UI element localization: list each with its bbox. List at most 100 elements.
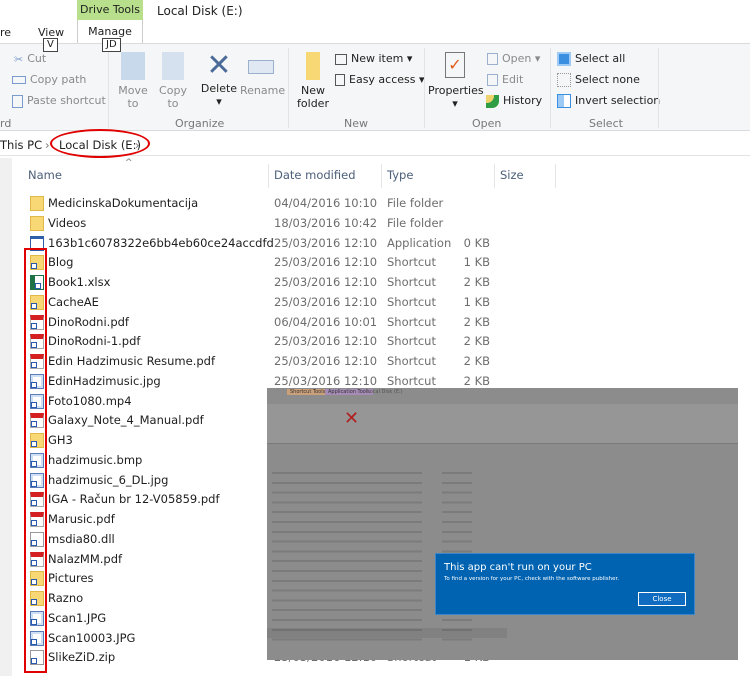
rename-button[interactable]: Rename (240, 52, 285, 97)
file-row[interactable]: MedicinskaDokumentacija 04/04/2016 10:10 F… (0, 193, 750, 213)
breadcrumb-separator[interactable]: › (45, 134, 50, 156)
history-button[interactable]: History (486, 94, 542, 108)
keytip-view: V (43, 38, 58, 52)
rename-icon (248, 60, 274, 74)
copy-path-button[interactable]: Copy path (12, 73, 86, 86)
inset-title: Local Disk (E:) (367, 389, 403, 395)
file-type: File folder (387, 196, 444, 210)
inset-delete-icon: ✕ (344, 408, 360, 429)
invert-selection-icon (557, 94, 571, 108)
file-name: GH3 (48, 433, 73, 447)
file-row[interactable]: Book1.xlsx 25/03/2016 12:10 Shortcut 2 KB (0, 272, 750, 292)
tab-share[interactable]: re (0, 26, 11, 39)
select-none-button[interactable]: Select none (557, 73, 640, 87)
file-type: File folder (387, 215, 444, 230)
column-header-date[interactable]: Date modified (274, 168, 356, 182)
paste-shortcut-icon (12, 94, 23, 108)
copy-icon (162, 52, 184, 80)
file-row[interactable]: 163b1c6078322e6bb4eb60ce24accdfd 25/03/20… (0, 233, 750, 253)
file-name: DinoRodni.pdf (48, 314, 129, 329)
column-header-size[interactable]: Size (500, 168, 524, 182)
file-type: Shortcut (387, 255, 436, 270)
window-title: Local Disk (E:) (157, 4, 243, 18)
new-item-button[interactable]: New item ▾ (335, 52, 412, 65)
open-icon (487, 53, 498, 65)
file-size: 1 KB (463, 255, 490, 270)
select-all-button[interactable]: Select all (557, 52, 625, 66)
file-name: Marusic.pdf (48, 512, 115, 526)
properties-button[interactable]: ✓ Properties ▾ (428, 52, 484, 110)
move-to-button[interactable]: Move to (116, 52, 150, 110)
paste-shortcut-button[interactable]: Paste shortcut (12, 94, 106, 108)
file-name: Edin Hadzimusic Resume.pdf (48, 354, 215, 368)
file-date: 25/03/2016 12:10 (274, 255, 378, 270)
file-name: DinoRodni-1.pdf (48, 334, 141, 349)
copy-to-button[interactable]: Copy to (156, 52, 190, 110)
file-type: Shortcut (387, 334, 436, 349)
delete-x-icon: ✕ (206, 48, 232, 83)
file-date: 25/03/2016 12:10 (274, 354, 378, 368)
cut-button[interactable]: ✂ Cut (14, 52, 46, 66)
file-name: Blog (48, 255, 74, 270)
folder-icon (30, 196, 44, 211)
dialog-close-button[interactable]: Close (638, 592, 686, 606)
column-header-type[interactable]: Type (387, 168, 413, 182)
dialog-title: This app can't run on your PC (444, 562, 592, 573)
file-name: msdia80.dll (48, 531, 115, 546)
file-name: Pictures (48, 571, 94, 586)
move-icon (121, 52, 145, 80)
file-name: IGA - Račun br 12-V05859.pdf (48, 492, 220, 507)
file-row[interactable]: Videos 18/03/2016 10:42 File folder (0, 213, 750, 233)
file-row[interactable]: CacheAE 25/03/2016 12:10 Shortcut 1 KB (0, 292, 750, 312)
column-header-name[interactable]: Name (28, 168, 62, 182)
file-size: 2 KB (463, 334, 490, 349)
file-name: Videos (48, 215, 87, 230)
delete-button[interactable]: ✕ Delete ▾ (199, 48, 239, 109)
file-name: SlikeZiD.zip (48, 650, 116, 665)
file-type: Shortcut (387, 314, 436, 329)
file-type: Shortcut (387, 275, 436, 289)
file-name: hadzimusic.bmp (48, 452, 143, 467)
clipboard-group-label: rd (0, 117, 12, 130)
inset-shortcut-tools-tab: Shortcut Tools (287, 389, 329, 395)
file-date: 06/04/2016 10:01 (274, 314, 378, 329)
new-folder-button[interactable]: New folder (296, 52, 330, 110)
file-name: Foto1080.mp4 (48, 393, 132, 408)
file-date: 25/03/2016 12:10 (274, 294, 378, 309)
easy-access-button[interactable]: Easy access ▾ (335, 73, 425, 86)
file-name: Galaxy_Note_4_Manual.pdf (48, 413, 204, 428)
properties-check-icon: ✓ (445, 52, 465, 78)
select-none-icon (557, 73, 571, 87)
inset-screenshot: Shortcut Tools Application Tools Local D… (267, 388, 738, 660)
annotation-rectangle (24, 248, 47, 673)
file-row[interactable]: DinoRodni-1.pdf 25/03/2016 12:10 Shortcut 2… (0, 331, 750, 351)
select-group-label: Select (589, 117, 623, 130)
file-date: 04/04/2016 10:10 (274, 196, 378, 210)
annotation-ellipse (50, 129, 150, 158)
file-name: Scan10003.JPG (48, 630, 136, 645)
file-size: 2 KB (463, 314, 490, 329)
file-name: hadzimusic_6_DL.jpg (48, 472, 169, 487)
file-type: Shortcut (387, 294, 436, 309)
organize-group-label: Organize (175, 117, 225, 130)
file-name: EdinHadzimusic.jpg (48, 373, 161, 388)
scissors-icon: ✂ (14, 52, 24, 66)
file-size: 0 KB (463, 235, 490, 250)
invert-selection-button[interactable]: Invert selection (557, 94, 660, 108)
breadcrumb-this-pc[interactable]: This PC (0, 134, 42, 156)
ribbon: ✂ Cut Copy path Paste shortcut rd Move to … (0, 43, 750, 131)
folder-icon (306, 52, 320, 80)
new-group-label: New (344, 117, 368, 130)
edit-button[interactable]: Edit (487, 73, 523, 86)
file-date: 18/03/2016 10:42 (274, 215, 378, 230)
file-date: 25/03/2016 12:10 (274, 334, 378, 349)
open-button[interactable]: Open ▾ (487, 52, 540, 65)
file-row[interactable]: DinoRodni.pdf 06/04/2016 10:01 Shortcut 2 K… (0, 312, 750, 332)
file-row[interactable]: Blog 25/03/2016 12:10 Shortcut 1 KB (0, 252, 750, 272)
drive-tools-context-tab: Drive Tools (77, 0, 143, 20)
file-name: MedicinskaDokumentacija (48, 196, 199, 210)
file-row[interactable]: Edin Hadzimusic Resume.pdf 25/03/2016 12:… (0, 351, 750, 371)
file-size: 2 KB (463, 275, 490, 289)
file-name: Scan1.JPG (48, 610, 107, 625)
file-size: 1 KB (463, 294, 490, 309)
